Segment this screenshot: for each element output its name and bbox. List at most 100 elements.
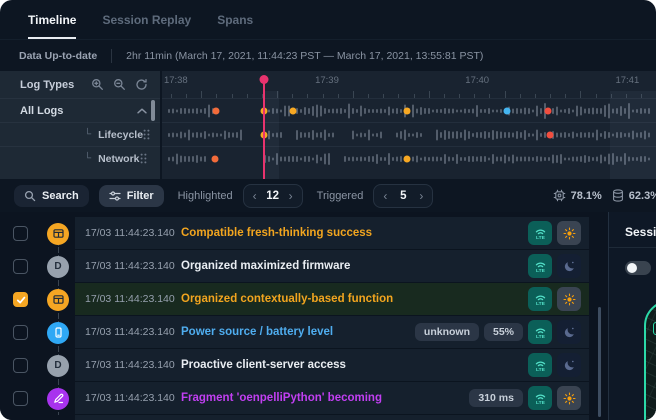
waveform-bar — [332, 108, 334, 113]
waveform-bar — [584, 108, 586, 113]
log-row-card[interactable]: 17/03 11:44:23.140Organized maximized fi… — [75, 250, 589, 283]
waveform-bar — [588, 156, 590, 162]
lte-button[interactable]: LTE — [528, 254, 552, 278]
moon-icon — [563, 326, 576, 339]
chevron-up-icon[interactable] — [137, 108, 147, 114]
timeline-chart[interactable]: 17:3817:3917:4017:41 — [160, 71, 656, 179]
event-dot[interactable] — [404, 107, 411, 114]
log-row-card[interactable]: 17/03 11:44:23.140Fragment 'oenpelliPyth… — [75, 382, 589, 415]
waveform-bar — [344, 109, 346, 113]
badge-cell — [41, 316, 75, 349]
tabs-bar: Timeline Session Replay Spans — [0, 0, 656, 40]
log-types-scrollbar[interactable] — [151, 100, 155, 121]
checkbox-cell — [0, 217, 41, 250]
event-dot[interactable] — [404, 155, 411, 162]
badge-cell — [41, 283, 75, 316]
waveform-bar — [516, 108, 518, 114]
waveform-row-all-logs[interactable] — [162, 98, 656, 122]
theme-moon-button[interactable] — [557, 254, 581, 278]
log-row[interactable]: 17/03 11:44:23.140Compatible fresh-think… — [0, 217, 608, 250]
playhead-line[interactable] — [263, 76, 265, 179]
log-row[interactable]: 17/03 11:44:23.140Fragment 'oenpelliPyth… — [0, 382, 608, 415]
waveform-bar — [200, 109, 202, 113]
row-checkbox[interactable] — [13, 391, 28, 406]
log-row-card[interactable]: 17/03 11:44:23.140Compatible fresh-think… — [75, 217, 589, 250]
log-row-card[interactable]: 17/03 11:44:23.140Power source / battery… — [75, 316, 589, 349]
waveform-bar — [580, 156, 582, 162]
debug-badge: D — [47, 256, 69, 278]
log-row-card[interactable]: 17/03 11:44:23.140Proactive client-serve… — [75, 349, 589, 382]
device-replay-frame[interactable] — [644, 300, 656, 420]
theme-moon-button[interactable] — [557, 353, 581, 377]
waveform-bar — [540, 108, 542, 114]
event-dot[interactable] — [503, 107, 510, 114]
row-checkbox[interactable] — [13, 226, 28, 241]
waveform-bar — [572, 156, 574, 161]
main-content: 17/03 11:44:23.140Compatible fresh-think… — [0, 212, 656, 420]
waveform-bar — [316, 132, 318, 137]
waveform-row-lifecycle[interactable] — [162, 122, 656, 146]
playhead-handle[interactable] — [259, 75, 268, 84]
log-message: Organized contextually-based function — [181, 293, 520, 305]
event-dot[interactable] — [211, 155, 218, 162]
event-dot[interactable] — [545, 107, 552, 114]
tree-connector-icon: └ — [84, 153, 91, 164]
chevron-left-icon[interactable]: ‹ — [383, 190, 387, 202]
refresh-icon[interactable] — [135, 78, 148, 91]
row-checkbox[interactable] — [13, 292, 28, 307]
log-row[interactable]: 17/03 11:44:23.140Organized contextually… — [0, 283, 608, 316]
timeline-row-label: Lifecycle — [98, 129, 143, 141]
waveform-bar — [368, 129, 370, 140]
highlight-band — [610, 91, 656, 179]
theme-sun-button[interactable] — [557, 287, 581, 311]
waveform-bar — [424, 156, 426, 161]
timeline-row-lifecycle[interactable]: └Lifecycle — [0, 122, 160, 146]
search-button[interactable]: Search — [14, 185, 89, 207]
waveform-bar — [520, 132, 522, 138]
waveform-bar — [524, 107, 526, 114]
tab-session-replay[interactable]: Session Replay — [102, 0, 191, 39]
drag-handle-icon[interactable] — [143, 129, 150, 140]
waveform-bar — [348, 157, 350, 161]
zoom-out-icon[interactable] — [113, 78, 126, 91]
log-row[interactable]: D 17/03 11:44:23.140Organized maximized f… — [0, 250, 608, 283]
highlight-band — [265, 91, 279, 179]
waveform-bar — [280, 109, 282, 112]
chevron-left-icon[interactable]: ‹ — [253, 190, 257, 202]
theme-sun-button[interactable] — [557, 386, 581, 410]
log-list-scrollbar[interactable] — [598, 307, 601, 417]
zoom-in-icon[interactable] — [91, 78, 104, 91]
theme-sun-button[interactable] — [557, 221, 581, 245]
timeline-row-all-logs[interactable]: All Logs — [0, 98, 160, 122]
row-checkbox[interactable] — [13, 259, 28, 274]
event-dot[interactable] — [289, 107, 296, 114]
toggle-knob — [627, 263, 637, 273]
waveform-bar — [532, 109, 534, 112]
timeline-row-network[interactable]: └Network — [0, 146, 160, 170]
theme-moon-button[interactable] — [557, 320, 581, 344]
log-row[interactable]: D17/03 11:44:23.140Proactive client-serv… — [0, 349, 608, 382]
lte-button[interactable]: LTE — [528, 221, 552, 245]
log-row-card[interactable]: 17/03 11:44:23.140Organized contextually… — [75, 283, 589, 316]
drag-handle-icon[interactable] — [140, 153, 147, 164]
waveform-bar — [452, 131, 454, 138]
row-checkbox[interactable] — [13, 358, 28, 373]
event-dot[interactable] — [213, 107, 220, 114]
waveform-bar — [440, 109, 442, 113]
chevron-right-icon[interactable]: › — [419, 190, 423, 202]
log-row[interactable]: 17/03 11:44:23.140Power source / battery… — [0, 316, 608, 349]
session-toggle[interactable] — [625, 261, 651, 275]
chevron-right-icon[interactable]: › — [289, 190, 293, 202]
lte-button[interactable]: LTE — [528, 320, 552, 344]
lte-button[interactable]: LTE — [528, 386, 552, 410]
event-dot[interactable] — [546, 131, 553, 138]
tab-spans[interactable]: Spans — [217, 0, 253, 39]
filter-button[interactable]: Filter — [99, 185, 164, 207]
waveform-bar — [564, 109, 566, 113]
log-types-header: Log Types — [0, 71, 160, 98]
row-checkbox[interactable] — [13, 325, 28, 340]
lte-button[interactable]: LTE — [528, 287, 552, 311]
tab-timeline[interactable]: Timeline — [28, 0, 76, 39]
lte-button[interactable]: LTE — [528, 353, 552, 377]
waveform-row-network[interactable] — [162, 146, 656, 170]
